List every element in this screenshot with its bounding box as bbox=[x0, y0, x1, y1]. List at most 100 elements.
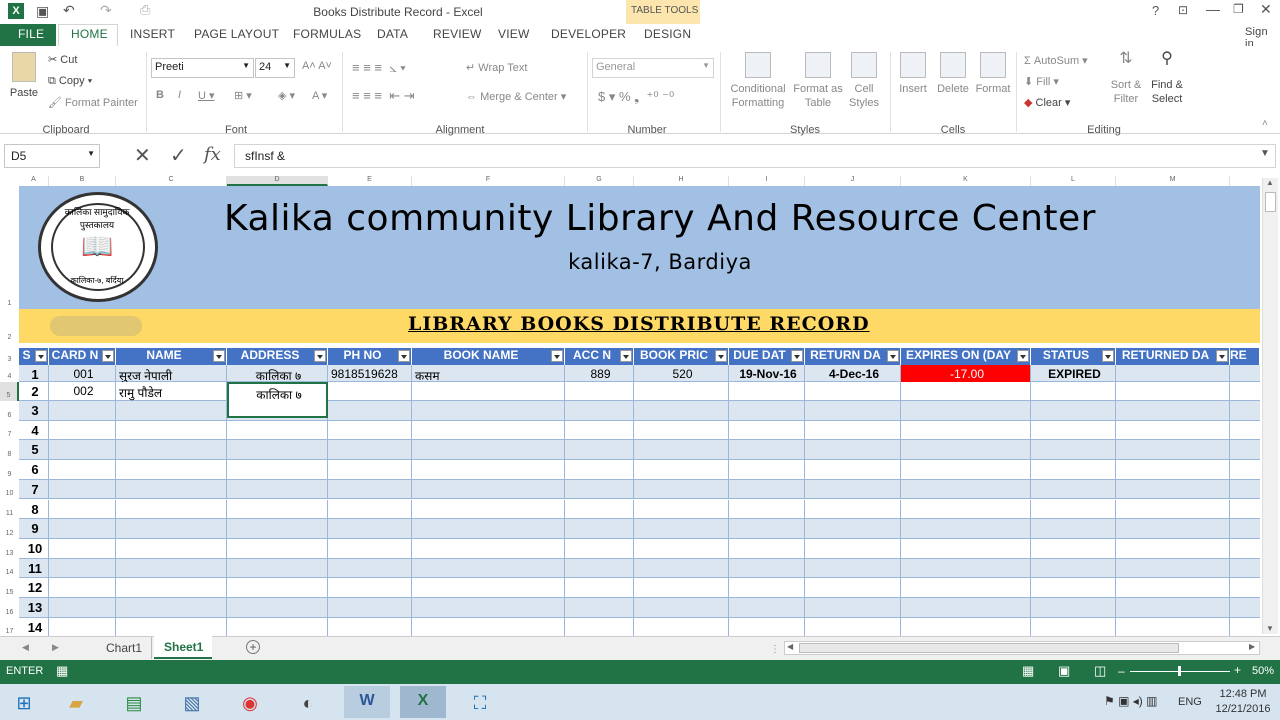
table-cell[interactable] bbox=[729, 558, 805, 579]
table-cell[interactable] bbox=[729, 440, 805, 461]
zoom-out-icon[interactable]: – bbox=[1118, 664, 1125, 678]
table-cell[interactable] bbox=[116, 558, 227, 579]
table-cell[interactable] bbox=[805, 598, 901, 618]
table-cell[interactable] bbox=[729, 598, 805, 618]
scroll-up-icon[interactable]: ▲ bbox=[1266, 178, 1274, 187]
tab-data[interactable]: DATA bbox=[377, 27, 408, 41]
table-cell[interactable] bbox=[1116, 365, 1230, 382]
table-header-cell[interactable]: BOOK NAME bbox=[412, 348, 565, 365]
table-cell[interactable] bbox=[328, 519, 412, 539]
table-cell[interactable] bbox=[1116, 558, 1230, 579]
file-explorer-icon[interactable]: ▰ bbox=[56, 688, 96, 718]
fill-button[interactable]: ⬇ Fill ▾ bbox=[1024, 75, 1059, 88]
table-cell[interactable] bbox=[328, 401, 412, 421]
table-cell[interactable] bbox=[227, 558, 328, 579]
table-cell[interactable] bbox=[412, 440, 565, 461]
table-cell[interactable] bbox=[1031, 382, 1116, 401]
table-cell[interactable] bbox=[901, 440, 1031, 461]
row-header[interactable]: 6 bbox=[0, 401, 19, 421]
table-cell[interactable] bbox=[565, 440, 634, 461]
table-cell[interactable] bbox=[1031, 440, 1116, 461]
table-cell[interactable] bbox=[49, 519, 116, 539]
table-cell[interactable]: 002 bbox=[49, 382, 116, 401]
column-header-h[interactable]: H bbox=[634, 176, 729, 186]
table-cell[interactable] bbox=[412, 558, 565, 579]
table-cell[interactable] bbox=[412, 598, 565, 618]
table-cell[interactable] bbox=[634, 558, 729, 579]
row-header[interactable]: 10 bbox=[0, 479, 19, 500]
windows-start-icon[interactable]: ⊞ bbox=[4, 688, 44, 718]
table-cell[interactable] bbox=[328, 479, 412, 500]
table-cell[interactable] bbox=[116, 479, 227, 500]
table-cell[interactable] bbox=[634, 479, 729, 500]
sheet-tab-chart1[interactable]: Chart1 bbox=[96, 637, 152, 659]
table-cell[interactable] bbox=[328, 420, 412, 441]
table-cell[interactable] bbox=[634, 538, 729, 559]
row-header[interactable]: 16 bbox=[0, 598, 19, 618]
table-cell[interactable] bbox=[1031, 519, 1116, 539]
table-cell[interactable] bbox=[49, 420, 116, 441]
normal-view-icon[interactable]: ▦ bbox=[1022, 663, 1034, 679]
expand-formula-icon[interactable]: ▼ bbox=[1260, 148, 1270, 159]
row-header[interactable]: 13 bbox=[0, 538, 19, 559]
table-cell[interactable] bbox=[729, 382, 805, 401]
add-sheet-icon[interactable]: + bbox=[246, 640, 260, 654]
row-header[interactable]: 9 bbox=[0, 460, 19, 480]
store-icon[interactable]: ▤ bbox=[114, 688, 154, 718]
table-cell[interactable] bbox=[116, 401, 227, 421]
filter-dropdown-icon[interactable] bbox=[551, 350, 563, 362]
table-cell[interactable]: 11 bbox=[19, 558, 49, 579]
table-header-cell[interactable]: RETURNED DA bbox=[1116, 348, 1230, 365]
table-cell[interactable] bbox=[1116, 519, 1230, 539]
tab-design[interactable]: DESIGN bbox=[644, 27, 691, 41]
table-cell[interactable] bbox=[565, 558, 634, 579]
row-header[interactable]: 15 bbox=[0, 578, 19, 598]
table-cell[interactable] bbox=[116, 538, 227, 559]
row-header[interactable]: 14 bbox=[0, 558, 19, 579]
table-cell[interactable] bbox=[1031, 479, 1116, 500]
merge-center-button[interactable]: ⇔ Merge & Center ▾ bbox=[466, 90, 566, 103]
tab-page-layout[interactable]: PAGE LAYOUT bbox=[194, 27, 279, 41]
table-cell[interactable]: 2 bbox=[19, 382, 49, 401]
format-painter-button[interactable]: 🖌 Format Painter bbox=[48, 96, 138, 109]
table-cell[interactable] bbox=[1116, 538, 1230, 559]
format-cells-button[interactable]: Format bbox=[974, 52, 1012, 96]
table-cell[interactable] bbox=[565, 382, 634, 401]
table-cell[interactable] bbox=[328, 460, 412, 480]
table-cell[interactable]: 12 bbox=[19, 578, 49, 598]
cancel-icon[interactable]: ✕ bbox=[134, 143, 151, 168]
table-cell[interactable] bbox=[227, 479, 328, 500]
table-cell[interactable] bbox=[805, 420, 901, 441]
font-size-select[interactable]: 24 ▼ bbox=[255, 58, 295, 78]
table-cell[interactable]: 8 bbox=[19, 499, 49, 520]
table-cell[interactable] bbox=[49, 598, 116, 618]
table-cell[interactable] bbox=[328, 617, 412, 638]
table-cell[interactable] bbox=[412, 538, 565, 559]
filter-dropdown-icon[interactable] bbox=[213, 350, 225, 362]
table-header-cell[interactable]: STATUS bbox=[1031, 348, 1116, 365]
table-cell[interactable] bbox=[901, 578, 1031, 598]
word-taskbar-icon[interactable]: W bbox=[344, 686, 390, 718]
tab-file-label[interactable]: FILE bbox=[18, 27, 44, 41]
table-cell[interactable] bbox=[901, 499, 1031, 520]
prev-sheet-icon[interactable]: ◀ bbox=[22, 642, 29, 653]
table-cell[interactable]: 3 bbox=[19, 401, 49, 421]
table-cell[interactable]: 19-Nov-16 bbox=[729, 365, 805, 382]
minimize-icon[interactable]: — bbox=[1206, 1, 1220, 17]
table-cell[interactable] bbox=[116, 460, 227, 480]
delete-cells-button[interactable]: Delete bbox=[934, 52, 972, 96]
table-cell[interactable] bbox=[49, 558, 116, 579]
tab-home-label[interactable]: HOME bbox=[71, 27, 108, 41]
column-header-m[interactable]: M bbox=[1116, 176, 1230, 186]
tab-review[interactable]: REVIEW bbox=[433, 27, 482, 41]
table-cell[interactable] bbox=[227, 440, 328, 461]
table-cell[interactable] bbox=[227, 578, 328, 598]
table-cell[interactable] bbox=[328, 382, 412, 401]
insert-function-icon[interactable]: fx bbox=[204, 144, 221, 165]
filter-dropdown-icon[interactable] bbox=[887, 350, 899, 362]
filter-dropdown-icon[interactable] bbox=[791, 350, 803, 362]
table-cell[interactable] bbox=[412, 617, 565, 638]
number-format-select[interactable]: General ▼ bbox=[592, 58, 714, 78]
table-cell[interactable] bbox=[901, 538, 1031, 559]
filter-dropdown-icon[interactable] bbox=[35, 350, 47, 362]
